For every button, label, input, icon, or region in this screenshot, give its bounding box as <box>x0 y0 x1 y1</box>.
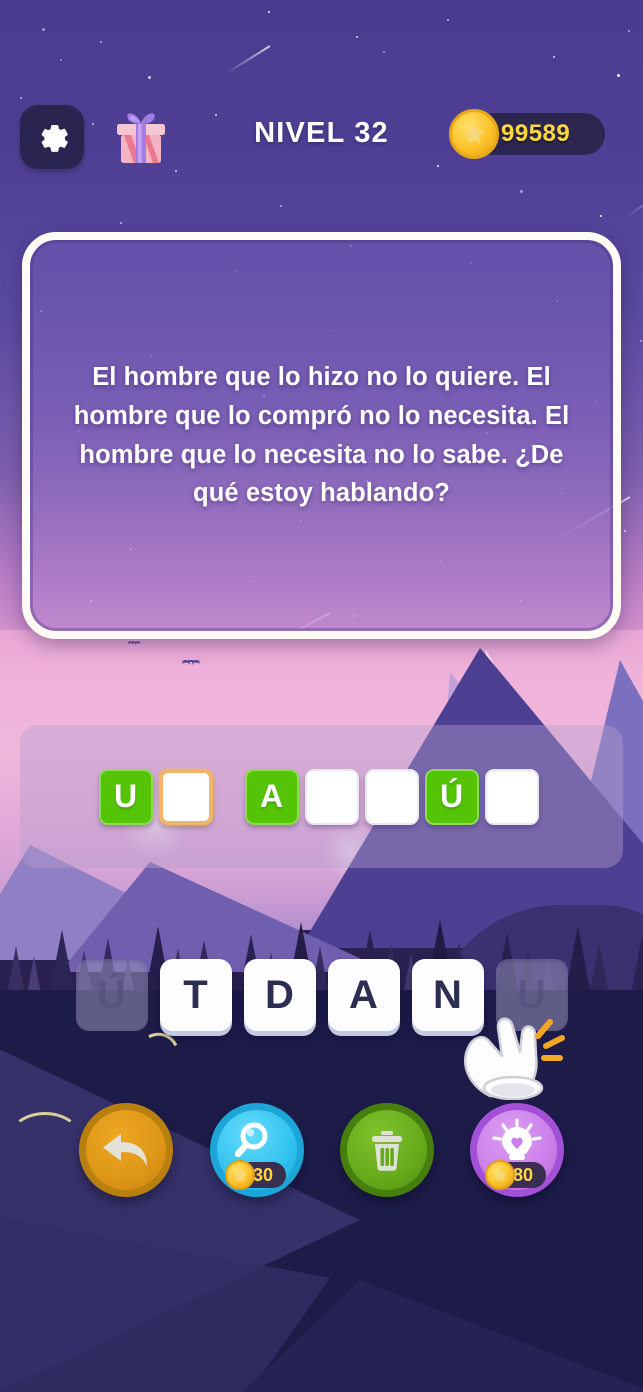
bird-icon <box>182 660 200 669</box>
star <box>553 56 555 58</box>
letter-keyboard: ÚTDANU <box>0 957 643 1033</box>
answer-slot-word-gap <box>219 796 245 797</box>
hint-cost-value: 80 <box>513 1164 534 1185</box>
star <box>624 530 626 532</box>
letter-key-t[interactable]: T <box>159 959 232 1031</box>
top-header-bar: NIVEL 32 99589 <box>0 105 643 177</box>
star <box>100 41 102 43</box>
star-coin-icon <box>449 109 499 159</box>
answer-slot-3[interactable]: A <box>244 768 299 825</box>
riddle-card: El hombre que lo hizo no lo quiere. El h… <box>22 232 621 639</box>
action-button-row: 30 80 <box>0 1103 643 1203</box>
star <box>120 222 122 224</box>
star <box>280 205 282 207</box>
star <box>600 215 602 217</box>
back-arrow-icon <box>103 1134 147 1166</box>
clear-answer-button[interactable] <box>340 1103 434 1197</box>
star <box>383 51 385 53</box>
cost-coin-icon <box>225 1160 255 1190</box>
coin-counter[interactable]: 99589 <box>449 109 605 159</box>
answer-slot-panel: UAÚ <box>20 725 623 868</box>
star <box>60 59 62 61</box>
letter-key-ú: Ú <box>75 959 148 1031</box>
game-screen: NIVEL 32 99589 El hombre que lo hizo no … <box>0 0 643 1392</box>
star <box>520 190 523 193</box>
answer-slot-0[interactable]: U <box>98 768 153 825</box>
reveal-cost-badge: 30 <box>225 1160 286 1190</box>
star <box>268 11 270 13</box>
answer-slot-6[interactable]: Ú <box>424 768 479 825</box>
hint-button[interactable]: 80 <box>470 1103 564 1197</box>
star <box>628 30 630 32</box>
undo-button-face <box>86 1110 166 1190</box>
answer-slot-row: UAÚ <box>98 768 545 825</box>
magnifier-icon <box>234 1122 268 1158</box>
riddle-text: El hombre que lo hizo no lo quiere. El h… <box>73 363 570 508</box>
star <box>20 97 22 99</box>
answer-slot-4[interactable] <box>304 768 359 825</box>
answer-slot-7[interactable] <box>484 768 539 825</box>
cost-coin-icon <box>485 1160 515 1190</box>
star <box>617 74 620 77</box>
answer-slot-5[interactable] <box>364 768 419 825</box>
bird-icon <box>127 641 141 647</box>
star <box>148 76 151 79</box>
ground-shape-c <box>240 1280 643 1392</box>
star <box>640 340 642 342</box>
star <box>356 36 358 38</box>
undo-button[interactable] <box>79 1103 173 1197</box>
star <box>447 19 449 21</box>
letter-key-u: U <box>495 959 568 1031</box>
letter-key-d[interactable]: D <box>243 959 316 1031</box>
letter-key-n[interactable]: N <box>411 959 484 1031</box>
coin-amount: 99589 <box>501 120 571 147</box>
reveal-cost-value: 30 <box>253 1164 274 1185</box>
reveal-letter-button[interactable]: 30 <box>210 1103 304 1197</box>
trash-can-icon <box>372 1131 402 1171</box>
clear-answer-button-face <box>347 1110 427 1190</box>
star <box>42 28 45 31</box>
letter-key-a[interactable]: A <box>327 959 400 1031</box>
answer-slot-1[interactable] <box>158 768 213 825</box>
hint-cost-badge: 80 <box>485 1160 546 1190</box>
